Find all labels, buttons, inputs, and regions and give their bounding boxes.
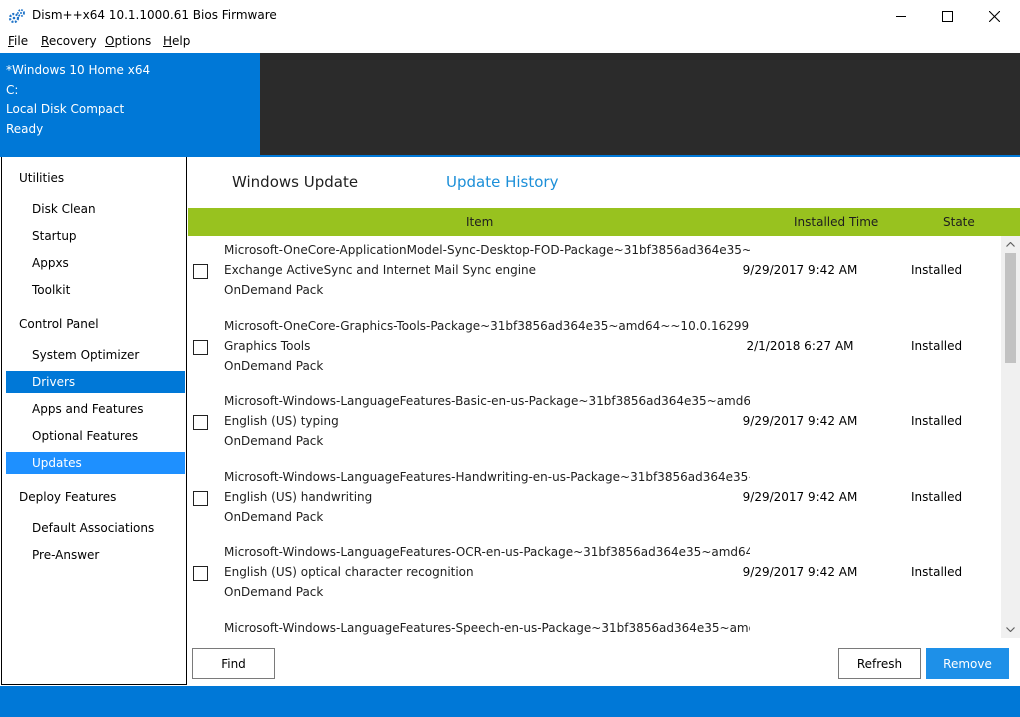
column-header-installed-time[interactable]: Installed Time: [794, 215, 878, 229]
package-type: OnDemand Pack: [224, 359, 324, 373]
status-bar: [0, 686, 1020, 717]
menu-options[interactable]: Options: [105, 34, 151, 48]
menu-recovery[interactable]: Recovery: [41, 34, 97, 48]
sidebar-item-pre-answer[interactable]: Pre-Answer: [6, 544, 185, 566]
package-type: OnDemand Pack: [224, 283, 324, 297]
scroll-down-button[interactable]: [1001, 621, 1020, 638]
menu-bar: File Recovery Options Help: [0, 32, 1020, 53]
install-state: Installed: [911, 565, 963, 579]
sidebar-item-system-optimizer[interactable]: System Optimizer: [6, 344, 185, 366]
row-checkbox[interactable]: [193, 264, 208, 279]
gears-icon: [8, 9, 25, 24]
remove-button[interactable]: Remove: [926, 648, 1009, 679]
session-status: Ready: [6, 122, 44, 137]
row-checkbox[interactable]: [193, 340, 208, 355]
close-button[interactable]: [971, 0, 1017, 32]
scroll-up-button[interactable]: [1001, 236, 1020, 253]
maximize-icon: [941, 10, 953, 22]
menu-recovery-mnemonic: R: [41, 34, 49, 48]
window-title: Dism++x64 10.1.1000.61 Bios Firmware: [32, 8, 277, 22]
installed-time: 9/29/2017 9:42 AM: [742, 414, 858, 428]
session-list-area: [260, 53, 1020, 155]
installed-time: 2/1/2018 6:27 AM: [746, 339, 854, 353]
chevron-up-icon: [1006, 242, 1015, 247]
system-name: *Windows 10 Home x64: [6, 63, 151, 77]
package-name: Microsoft-Windows-LanguageFeatures-Speec…: [224, 621, 750, 635]
package-description: English (US) typing: [224, 414, 339, 428]
list-header: Item Installed Time State: [188, 208, 1020, 236]
install-state: Installed: [911, 414, 963, 428]
install-state: Installed: [911, 339, 963, 353]
sidebar: Utilities Disk Clean Startup Appxs Toolk…: [1, 157, 187, 685]
list-item[interactable]: Microsoft-Windows-LanguageFeatures-Speec…: [188, 619, 1001, 638]
close-icon: [988, 10, 1000, 22]
updates-list: Microsoft-OneCore-ApplicationModel-Sync-…: [188, 236, 1001, 638]
menu-options-label: ptions: [114, 34, 152, 48]
nav-group-control-panel: Control Panel: [19, 317, 99, 331]
package-type: OnDemand Pack: [224, 510, 324, 524]
package-name: Microsoft-Windows-LanguageFeatures-OCR-e…: [224, 545, 750, 559]
menu-help-mnemonic: H: [163, 34, 173, 48]
package-name: Microsoft-OneCore-ApplicationModel-Sync-…: [224, 243, 750, 257]
row-checkbox[interactable]: [193, 415, 208, 430]
menu-recovery-label: ecovery: [48, 34, 97, 48]
row-checkbox[interactable]: [193, 566, 208, 581]
install-state: Installed: [911, 490, 963, 504]
installed-time: 9/29/2017 9:42 AM: [742, 490, 858, 504]
package-name: Microsoft-Windows-LanguageFeatures-Handw…: [224, 470, 750, 484]
list-item[interactable]: Microsoft-Windows-LanguageFeatures-OCR-e…: [188, 543, 1001, 618]
list-item[interactable]: Microsoft-Windows-LanguageFeatures-Basic…: [188, 392, 1001, 467]
menu-help[interactable]: Help: [163, 34, 190, 48]
nav-group-deploy-features: Deploy Features: [19, 490, 117, 504]
row-checkbox[interactable]: [193, 491, 208, 506]
refresh-button[interactable]: Refresh: [838, 648, 921, 679]
sidebar-item-optional-features[interactable]: Optional Features: [6, 425, 185, 447]
list-item[interactable]: Microsoft-Windows-LanguageFeatures-Handw…: [188, 468, 1001, 543]
menu-help-label: elp: [172, 34, 191, 48]
package-name: Microsoft-Windows-LanguageFeatures-Basic…: [224, 394, 750, 408]
install-state: Installed: [911, 263, 963, 277]
sidebar-item-startup[interactable]: Startup: [6, 225, 185, 247]
installed-time: 9/29/2017 9:42 AM: [742, 565, 858, 579]
tab-update-history[interactable]: Update History: [446, 173, 558, 191]
package-description: English (US) optical character recogniti…: [224, 565, 474, 579]
package-name: Microsoft-OneCore-Graphics-Tools-Package…: [224, 319, 750, 333]
sidebar-item-drivers[interactable]: Drivers: [6, 371, 185, 393]
sidebar-item-apps-and-features[interactable]: Apps and Features: [6, 398, 185, 420]
system-drive: C:: [6, 82, 19, 97]
installed-time: 9/29/2017 9:42 AM: [742, 263, 858, 277]
menu-file[interactable]: File: [8, 34, 28, 48]
sidebar-item-updates[interactable]: Updates: [6, 452, 185, 474]
title-bar: Dism++x64 10.1.1000.61 Bios Firmware: [0, 0, 1020, 32]
nav-group-utilities: Utilities: [19, 171, 65, 185]
minimize-button[interactable]: [878, 0, 924, 32]
sidebar-item-appxs[interactable]: Appxs: [6, 252, 185, 274]
package-type: OnDemand Pack: [224, 585, 324, 599]
package-description: Graphics Tools: [224, 339, 311, 353]
sidebar-item-disk-clean[interactable]: Disk Clean: [6, 198, 185, 220]
column-header-item[interactable]: Item: [466, 215, 493, 229]
minimize-icon: [896, 16, 906, 17]
list-scrollbar[interactable]: [1001, 236, 1020, 638]
disk-status: Local Disk Compact: [6, 102, 125, 117]
package-description: English (US) handwriting: [224, 490, 373, 504]
sidebar-item-toolkit[interactable]: Toolkit: [6, 279, 185, 301]
chevron-down-icon: [1006, 627, 1015, 632]
find-button[interactable]: Find: [192, 648, 275, 679]
package-description: Exchange ActiveSync and Internet Mail Sy…: [224, 263, 537, 277]
sidebar-item-default-associations[interactable]: Default Associations: [6, 517, 185, 539]
list-item[interactable]: Microsoft-OneCore-ApplicationModel-Sync-…: [188, 241, 1001, 316]
package-type: OnDemand Pack: [224, 434, 324, 448]
column-header-state[interactable]: State: [943, 215, 975, 229]
maximize-button[interactable]: [924, 0, 970, 32]
scroll-thumb[interactable]: [1005, 253, 1016, 363]
menu-file-label: ile: [14, 34, 29, 48]
list-item[interactable]: Microsoft-OneCore-Graphics-Tools-Package…: [188, 317, 1001, 392]
tab-windows-update[interactable]: Windows Update: [232, 173, 358, 191]
session-info-panel[interactable]: *Windows 10 Home x64 C: Local Disk Compa…: [0, 53, 260, 155]
